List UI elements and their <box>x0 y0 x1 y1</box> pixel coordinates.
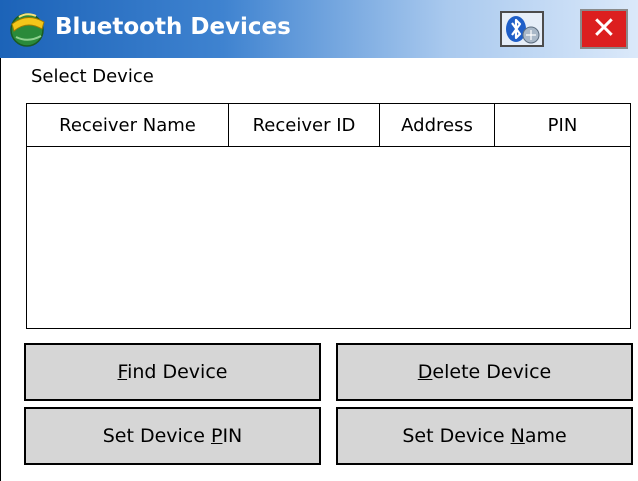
find-device-accel-key: F <box>117 361 128 383</box>
close-button[interactable]: ✕ <box>580 9 628 49</box>
column-header-receiver-id[interactable]: Receiver ID <box>229 104 380 147</box>
app-globe-icon <box>8 10 48 48</box>
title-bar: Bluetooth Devices ✕ <box>0 0 638 58</box>
device-list[interactable]: Receiver Name Receiver ID Address PIN <box>26 103 631 329</box>
column-header-receiver-name[interactable]: Receiver Name <box>27 104 229 147</box>
column-header-pin[interactable]: PIN <box>495 104 630 147</box>
bluetooth-status-button[interactable] <box>500 11 544 47</box>
select-device-label: Select Device <box>31 66 154 87</box>
set-pin-label-pre: Set Device <box>102 425 211 447</box>
set-device-pin-button[interactable]: Set Device PIN <box>24 407 321 465</box>
set-pin-accel-key: P <box>210 425 223 447</box>
set-name-label-pre: Set Device <box>402 425 511 447</box>
device-list-header: Receiver Name Receiver ID Address PIN <box>27 104 630 147</box>
delete-device-accel-key: D <box>417 361 433 383</box>
set-name-accel-key: N <box>510 425 525 447</box>
window-left-border <box>0 58 1 481</box>
bluetooth-icon <box>502 16 542 49</box>
set-name-label-post: ame <box>524 425 567 447</box>
column-header-address[interactable]: Address <box>380 104 495 147</box>
find-device-button[interactable]: Find Device <box>24 343 321 401</box>
bluetooth-devices-window: Bluetooth Devices ✕ Select Device Receiv… <box>0 0 638 481</box>
delete-device-button[interactable]: Delete Device <box>336 343 633 401</box>
set-device-name-button[interactable]: Set Device Name <box>336 407 633 465</box>
find-device-label-post: ind Device <box>127 361 228 383</box>
delete-device-label-post: elete Device <box>432 361 552 383</box>
set-pin-label-post: IN <box>222 425 243 447</box>
window-title: Bluetooth Devices <box>55 14 291 40</box>
